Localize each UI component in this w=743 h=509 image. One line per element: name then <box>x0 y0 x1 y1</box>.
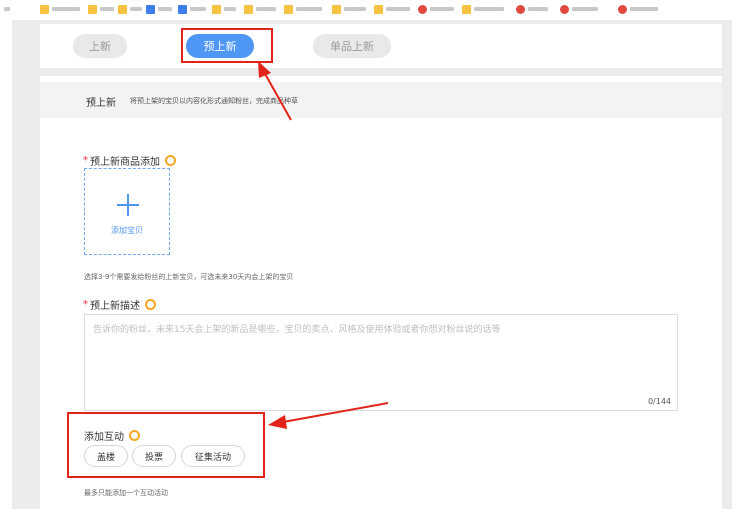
annotation-arrows <box>258 61 389 429</box>
arrow-to-interaction <box>282 402 389 423</box>
arrow-to-tab <box>263 71 292 121</box>
arrowhead-interaction <box>268 415 287 429</box>
arrowhead-tab <box>258 61 271 78</box>
